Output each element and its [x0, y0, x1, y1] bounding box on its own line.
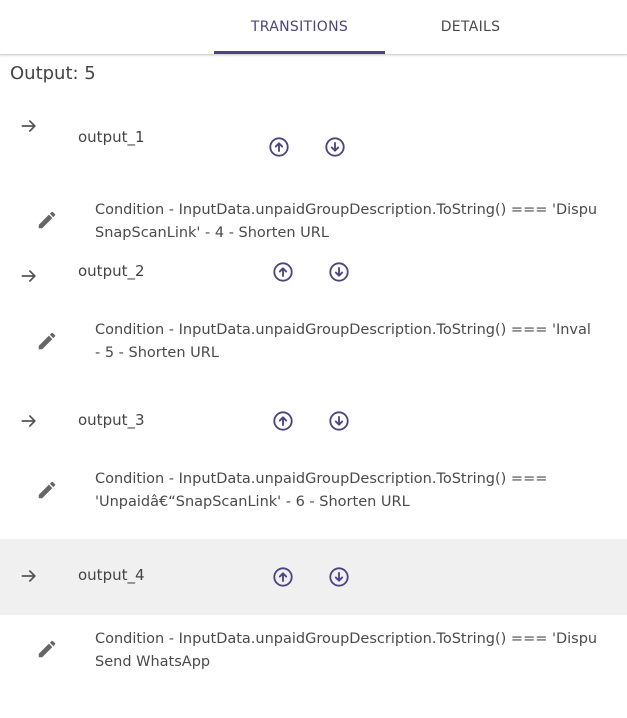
arrow-circle-down-icon[interactable] — [328, 410, 350, 432]
output-header-row[interactable]: output_4 — [0, 539, 627, 615]
condition-row: Condition - InputData.unpaidGroupDescrip… — [0, 615, 627, 695]
arrow-circle-up-icon[interactable] — [272, 566, 294, 588]
output-name: output_3 — [78, 411, 145, 429]
tab-details[interactable]: DETAILS — [385, 0, 556, 54]
output-name: output_1 — [78, 128, 145, 146]
condition-line: Send WhatsApp — [95, 654, 211, 670]
output-item: output_4 Condition - InputData.unpaidGro… — [0, 539, 627, 695]
active-tab-indicator — [214, 51, 385, 54]
output-header-row[interactable]: output_2 — [0, 242, 627, 316]
condition-line: Condition - InputData.unpaidGroupDescrip… — [95, 322, 591, 338]
tab-bar: TRANSITIONS DETAILS — [0, 0, 627, 55]
condition-row: Condition - InputData.unpaidGroupDescrip… — [0, 167, 627, 242]
arrow-right-icon — [21, 270, 36, 282]
pencil-icon[interactable] — [36, 209, 58, 231]
condition-text: Condition - InputData.unpaidGroupDescrip… — [95, 319, 627, 365]
condition-line: - 5 - Shorten URL — [95, 345, 219, 361]
arrow-circle-down-icon[interactable] — [328, 261, 350, 283]
output-header-row[interactable]: output_3 — [0, 391, 627, 465]
arrow-circle-up-icon[interactable] — [272, 261, 294, 283]
arrow-right-icon — [21, 120, 36, 132]
condition-row: Condition - InputData.unpaidGroupDescrip… — [0, 465, 627, 539]
condition-line: Condition - InputData.unpaidGroupDescrip… — [95, 471, 548, 487]
condition-line: Condition - InputData.unpaidGroupDescrip… — [95, 631, 598, 647]
condition-text: Condition - InputData.unpaidGroupDescrip… — [95, 468, 627, 514]
arrow-circle-down-icon[interactable] — [328, 566, 350, 588]
tab-transitions[interactable]: TRANSITIONS — [214, 0, 385, 54]
condition-text: Condition - InputData.unpaidGroupDescrip… — [95, 199, 627, 245]
output-item: output_3 Condition - InputData.unpaidGro… — [0, 391, 627, 539]
output-name: output_2 — [78, 262, 145, 280]
output-item: output_2 Condition - InputData.unpaidGro… — [0, 242, 627, 391]
tab-transitions-label: TRANSITIONS — [250, 19, 349, 35]
arrow-right-icon — [21, 415, 36, 427]
output-list: output_1 Condition - InputData.unpaidGro… — [0, 92, 627, 695]
condition-row: Condition - InputData.unpaidGroupDescrip… — [0, 316, 627, 391]
condition-line: Condition - InputData.unpaidGroupDescrip… — [95, 202, 598, 218]
condition-text: Condition - InputData.unpaidGroupDescrip… — [95, 628, 627, 674]
output-title: Output: 5 — [10, 63, 96, 84]
pencil-icon[interactable] — [36, 479, 58, 501]
pencil-icon[interactable] — [36, 330, 58, 352]
arrow-circle-down-icon[interactable] — [324, 136, 346, 158]
output-name: output_4 — [78, 566, 145, 584]
arrow-right-icon — [21, 570, 36, 582]
output-header-row[interactable]: output_1 — [0, 92, 627, 167]
tab-details-label: DETAILS — [440, 19, 501, 35]
arrow-circle-up-icon[interactable] — [268, 136, 290, 158]
output-item: output_1 Condition - InputData.unpaidGro… — [0, 92, 627, 242]
condition-line: 'Unpaidâ€“SnapScanLink' - 6 - Shorten UR… — [95, 494, 410, 510]
arrow-circle-up-icon[interactable] — [272, 410, 294, 432]
pencil-icon[interactable] — [36, 638, 58, 660]
